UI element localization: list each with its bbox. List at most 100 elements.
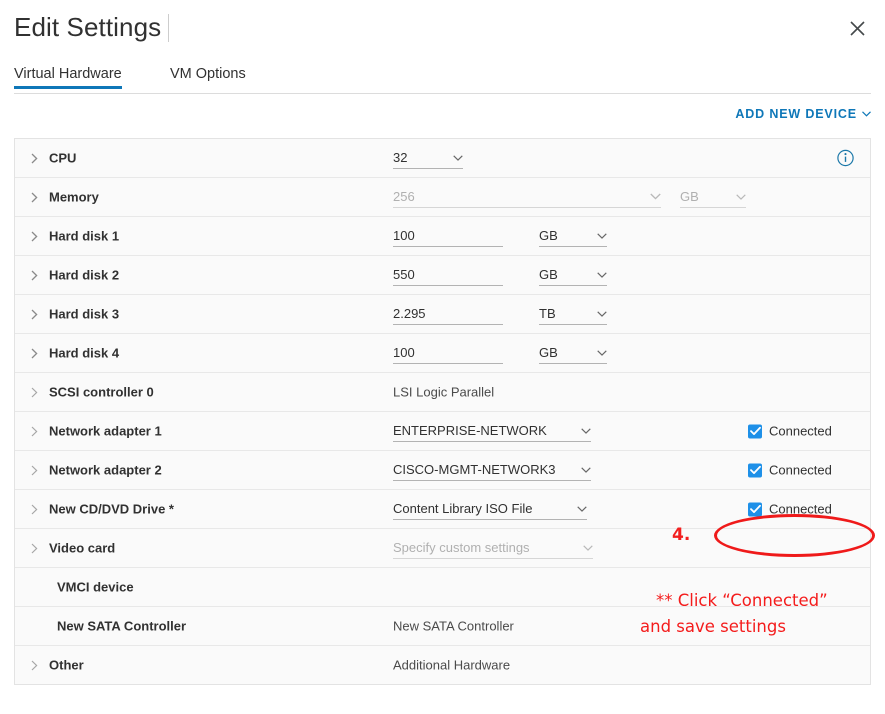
- expand-memory-icon[interactable]: [27, 190, 41, 204]
- annotation-note: ** Click “Connected” and save settings: [640, 588, 880, 640]
- network-adapter-2-connected-checkbox[interactable]: Connected: [748, 463, 832, 478]
- hard-disk-1-size-value: 100: [393, 228, 415, 243]
- tab-bar: Virtual Hardware VM Options: [0, 66, 885, 94]
- chevron-down-icon: [445, 154, 463, 161]
- close-button[interactable]: [843, 14, 871, 42]
- tab-bar-divider: [14, 93, 871, 94]
- video-card-settings-dropdown[interactable]: Specify custom settings: [393, 537, 593, 559]
- hard-disk-1-unit-dropdown[interactable]: GB: [539, 225, 607, 247]
- add-new-device-label: ADD NEW DEVICE: [735, 107, 857, 121]
- hard-disk-3-unit-dropdown[interactable]: TB: [539, 303, 607, 325]
- chevron-down-icon: [728, 193, 746, 200]
- expand-video-card-icon[interactable]: [27, 541, 41, 555]
- cd-dvd-media-value: Content Library ISO File: [393, 501, 533, 516]
- other-value: Additional Hardware: [393, 657, 511, 673]
- network-adapter-1-connected-label: Connected: [769, 423, 832, 439]
- dialog-header: Edit Settings: [0, 0, 885, 56]
- table-row-hard-disk-2: Hard disk 2 550 GB: [15, 256, 870, 295]
- chevron-down-icon: [589, 271, 607, 278]
- hard-disk-2-size-input[interactable]: 550: [393, 264, 503, 286]
- cd-dvd-connected-checkbox[interactable]: Connected: [748, 502, 832, 517]
- expand-hard-disk-1-icon[interactable]: [27, 229, 41, 243]
- expand-new-cd-dvd-drive-icon[interactable]: [27, 502, 41, 516]
- expand-cpu-icon[interactable]: [27, 151, 41, 165]
- hard-disk-2-unit-dropdown[interactable]: GB: [539, 264, 607, 286]
- chevron-down-icon: [589, 310, 607, 317]
- expand-network-adapter-1-icon[interactable]: [27, 424, 41, 438]
- table-row-new-cd-dvd-drive: New CD/DVD Drive * Content Library ISO F…: [15, 490, 870, 529]
- hard-disk-4-unit-value: GB: [539, 345, 558, 360]
- add-new-device-button[interactable]: ADD NEW DEVICE: [735, 107, 871, 121]
- row-label-vmci-device: VMCI device: [57, 579, 134, 595]
- annotation-step-number: 4.: [672, 525, 691, 545]
- row-label-new-sata-controller: New SATA Controller: [57, 618, 187, 634]
- info-icon[interactable]: [837, 149, 854, 167]
- hard-disk-3-size-value: 2.295: [393, 306, 426, 321]
- add-device-row: ADD NEW DEVICE: [0, 107, 885, 129]
- checkbox-checked-icon: [748, 424, 762, 438]
- network-adapter-1-connected-checkbox[interactable]: Connected: [748, 424, 832, 439]
- scsi-controller-0-value: LSI Logic Parallel: [393, 384, 495, 400]
- tab-virtual-hardware[interactable]: Virtual Hardware: [14, 66, 122, 89]
- chevron-down-icon: [589, 349, 607, 356]
- expand-scsi-controller-0-icon[interactable]: [27, 385, 41, 399]
- expand-hard-disk-2-icon[interactable]: [27, 268, 41, 282]
- table-row-hard-disk-1: Hard disk 1 100 GB: [15, 217, 870, 256]
- row-label-cpu: CPU: [49, 150, 77, 166]
- chevron-down-icon: [589, 232, 607, 239]
- memory-unit-value: GB: [680, 189, 699, 204]
- page-title: Edit Settings: [14, 12, 162, 42]
- row-label-new-cd-dvd-drive: New CD/DVD Drive *: [49, 501, 174, 517]
- expand-hard-disk-3-icon[interactable]: [27, 307, 41, 321]
- chevron-down-icon: [575, 544, 593, 551]
- hard-disk-2-unit-value: GB: [539, 267, 558, 282]
- network-adapter-1-dropdown[interactable]: ENTERPRISE-NETWORK: [393, 420, 591, 442]
- hard-disk-3-size-input[interactable]: 2.295: [393, 303, 503, 325]
- chevron-down-icon: [569, 505, 587, 512]
- network-adapter-1-value: ENTERPRISE-NETWORK: [393, 423, 547, 438]
- memory-size-value: 256: [393, 189, 415, 204]
- row-label-hard-disk-3: Hard disk 3: [49, 306, 120, 322]
- memory-size-input[interactable]: 256: [393, 186, 661, 208]
- expand-other-icon[interactable]: [27, 658, 41, 672]
- table-row-hard-disk-4: Hard disk 4 100 GB: [15, 334, 870, 373]
- cd-dvd-connected-label: Connected: [769, 501, 832, 517]
- annotation-note-line-1: ** Click “Connected”: [656, 591, 828, 610]
- row-label-network-adapter-2: Network adapter 2: [49, 462, 162, 478]
- title-divider: [168, 14, 169, 42]
- expand-network-adapter-2-icon[interactable]: [27, 463, 41, 477]
- hard-disk-1-size-input[interactable]: 100: [393, 225, 503, 247]
- network-adapter-2-value: CISCO-MGMT-NETWORK3: [393, 462, 556, 477]
- chevron-down-icon: [573, 466, 591, 473]
- hard-disk-4-unit-dropdown[interactable]: GB: [539, 342, 607, 364]
- new-sata-controller-value: New SATA Controller: [393, 618, 514, 634]
- row-label-other: Other: [49, 657, 84, 673]
- table-row-scsi-controller-0: SCSI controller 0 LSI Logic Parallel: [15, 373, 870, 412]
- hard-disk-2-size-value: 550: [393, 267, 415, 282]
- row-label-network-adapter-1: Network adapter 1: [49, 423, 162, 439]
- memory-unit-dropdown[interactable]: GB: [680, 186, 746, 208]
- table-row-network-adapter-2: Network adapter 2 CISCO-MGMT-NETWORK3 Co…: [15, 451, 870, 490]
- row-label-video-card: Video card: [49, 540, 116, 556]
- hard-disk-4-size-input[interactable]: 100: [393, 342, 503, 364]
- hard-disk-3-unit-value: TB: [539, 306, 556, 321]
- row-label-hard-disk-2: Hard disk 2: [49, 267, 120, 283]
- expand-hard-disk-4-icon[interactable]: [27, 346, 41, 360]
- hard-disk-4-size-value: 100: [393, 345, 415, 360]
- network-adapter-2-connected-label: Connected: [769, 462, 832, 478]
- tab-vm-options[interactable]: VM Options: [170, 66, 246, 89]
- checkbox-checked-icon: [748, 502, 762, 516]
- chevron-down-icon: [862, 108, 871, 120]
- row-label-hard-disk-4: Hard disk 4: [49, 345, 120, 361]
- table-row-video-card: Video card Specify custom settings: [15, 529, 870, 568]
- row-label-memory: Memory: [49, 189, 99, 205]
- cd-dvd-media-dropdown[interactable]: Content Library ISO File: [393, 498, 587, 520]
- cpu-count-dropdown[interactable]: 32: [393, 147, 463, 169]
- row-label-hard-disk-1: Hard disk 1: [49, 228, 120, 244]
- cpu-count-value: 32: [393, 150, 408, 165]
- chevron-down-icon: [642, 193, 661, 200]
- annotation-note-line-2: and save settings: [640, 617, 786, 636]
- video-card-settings-value: Specify custom settings: [393, 540, 530, 555]
- table-row-hard-disk-3: Hard disk 3 2.295 TB: [15, 295, 870, 334]
- network-adapter-2-dropdown[interactable]: CISCO-MGMT-NETWORK3: [393, 459, 591, 481]
